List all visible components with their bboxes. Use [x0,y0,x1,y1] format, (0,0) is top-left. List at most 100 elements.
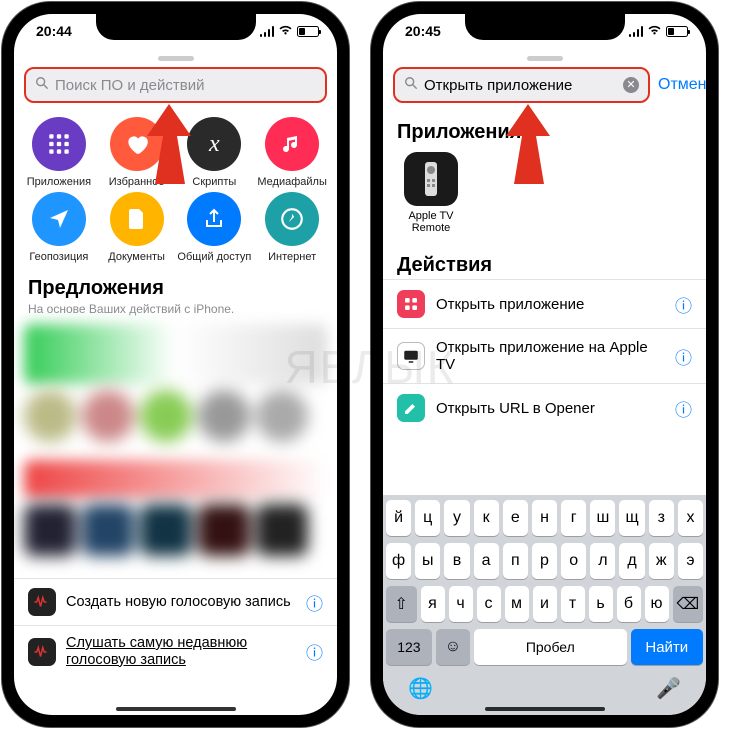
blurred-row [14,504,337,556]
key-о[interactable]: о [561,543,586,579]
key-х[interactable]: х [678,500,703,536]
blurred-row [14,390,337,442]
battery-icon [297,26,319,37]
status-indicators [629,25,689,38]
phone-left: 20:44 Приложения Избранное xСкрипты М [2,2,349,727]
annotation-arrow [147,104,217,199]
home-indicator[interactable] [116,707,236,711]
key-space[interactable]: Пробел [474,629,627,665]
search-field[interactable]: ✕ [393,67,650,103]
key-ш[interactable]: ш [590,500,615,536]
keyboard[interactable]: йцукенгшщзх фывапролджэ ⇧ячсмитьбю⌫ 123 … [383,495,706,715]
category-sharing[interactable]: Общий доступ [176,192,254,263]
sheet-handle[interactable] [158,56,194,61]
key-backspace[interactable]: ⌫ [673,586,704,622]
clear-icon[interactable]: ✕ [623,77,639,93]
key-э[interactable]: э [678,543,703,579]
suggestions-title: Предложения [28,277,323,300]
key-н[interactable]: н [532,500,557,536]
category-media[interactable]: Медиафайлы [253,117,331,188]
wifi-icon [647,25,662,38]
info-icon[interactable]: ⓘ [675,344,692,369]
key-и[interactable]: и [533,586,557,622]
blurred-suggestion [24,324,327,384]
key-ф[interactable]: ф [386,543,411,579]
key-к[interactable]: к [474,500,499,536]
key-г[interactable]: г [561,500,586,536]
key-з[interactable]: з [649,500,674,536]
status-indicators [260,25,320,38]
key-emoji[interactable]: ☺ [436,629,470,665]
info-icon[interactable]: ⓘ [675,292,692,317]
tv-icon [397,342,425,370]
blurred-suggestion [24,460,327,498]
action-open-app[interactable]: Открыть приложение ⓘ [383,279,706,328]
actions-section: Действия [383,240,706,279]
category-location[interactable]: Геопозиция [20,192,98,263]
action-open-app-tv[interactable]: Открыть приложение на Apple TV ⓘ [383,328,706,383]
signal-icon [260,26,275,37]
suggestions-subtitle: На основе Ваших действий с iPhone. [28,302,323,316]
action-open-url-opener[interactable]: Открыть URL в Opener ⓘ [383,383,706,432]
key-find[interactable]: Найти [631,629,703,665]
phone-right: 20:45 ✕ Отменить Приложения [371,2,718,727]
key-т[interactable]: т [561,586,585,622]
actions-title: Действия [397,254,692,277]
search-icon [35,76,49,94]
key-щ[interactable]: щ [619,500,644,536]
key-л[interactable]: л [590,543,615,579]
info-icon[interactable]: ⓘ [306,590,323,615]
notch [96,14,256,40]
suggestions-header: Предложения На основе Ваших действий с i… [14,267,337,318]
voice-memo-icon [28,588,56,616]
key-д[interactable]: д [619,543,644,579]
annotation-arrow [506,104,576,199]
home-indicator[interactable] [485,707,605,711]
voice-memo-icon [28,638,56,666]
key-в[interactable]: в [444,543,469,579]
globe-icon[interactable]: 🌐 [408,676,433,701]
key-с[interactable]: с [477,586,501,622]
key-м[interactable]: м [505,586,529,622]
key-ы[interactable]: ы [415,543,440,579]
key-ж[interactable]: ж [649,543,674,579]
suggestion-item[interactable]: Создать новую голосовую запись ⓘ [14,578,337,625]
key-у[interactable]: у [444,500,469,536]
key-п[interactable]: п [503,543,528,579]
key-б[interactable]: б [617,586,641,622]
category-web[interactable]: Интернет [253,192,331,263]
key-я[interactable]: я [421,586,445,622]
signal-icon [629,26,644,37]
category-documents[interactable]: Документы [98,192,176,263]
key-shift[interactable]: ⇧ [386,586,417,622]
key-ь[interactable]: ь [589,586,613,622]
search-field[interactable] [24,67,327,103]
key-а[interactable]: а [474,543,499,579]
search-icon [404,76,418,94]
app-apple-tv-remote[interactable]: Apple TV Remote [397,152,465,234]
key-р[interactable]: р [532,543,557,579]
mic-icon[interactable]: 🎤 [656,676,681,701]
key-ю[interactable]: ю [645,586,669,622]
pencil-icon [397,394,425,422]
search-input[interactable] [55,77,316,94]
status-time: 20:45 [405,23,441,39]
category-apps[interactable]: Приложения [20,117,98,188]
cancel-button[interactable]: Отменить [658,76,706,94]
notch [465,14,625,40]
search-input[interactable] [424,77,623,94]
sheet-handle[interactable] [527,56,563,61]
key-е[interactable]: е [503,500,528,536]
grid-icon [397,290,425,318]
wifi-icon [278,25,293,38]
battery-icon [666,26,688,37]
key-й[interactable]: й [386,500,411,536]
key-123[interactable]: 123 [386,629,432,665]
key-ч[interactable]: ч [449,586,473,622]
key-ц[interactable]: ц [415,500,440,536]
suggestion-item[interactable]: Слушать самую недавнюю голосовую запись … [14,625,337,677]
info-icon[interactable]: ⓘ [675,396,692,421]
status-time: 20:44 [36,23,72,39]
info-icon[interactable]: ⓘ [306,639,323,664]
apple-tv-remote-icon [404,152,458,206]
